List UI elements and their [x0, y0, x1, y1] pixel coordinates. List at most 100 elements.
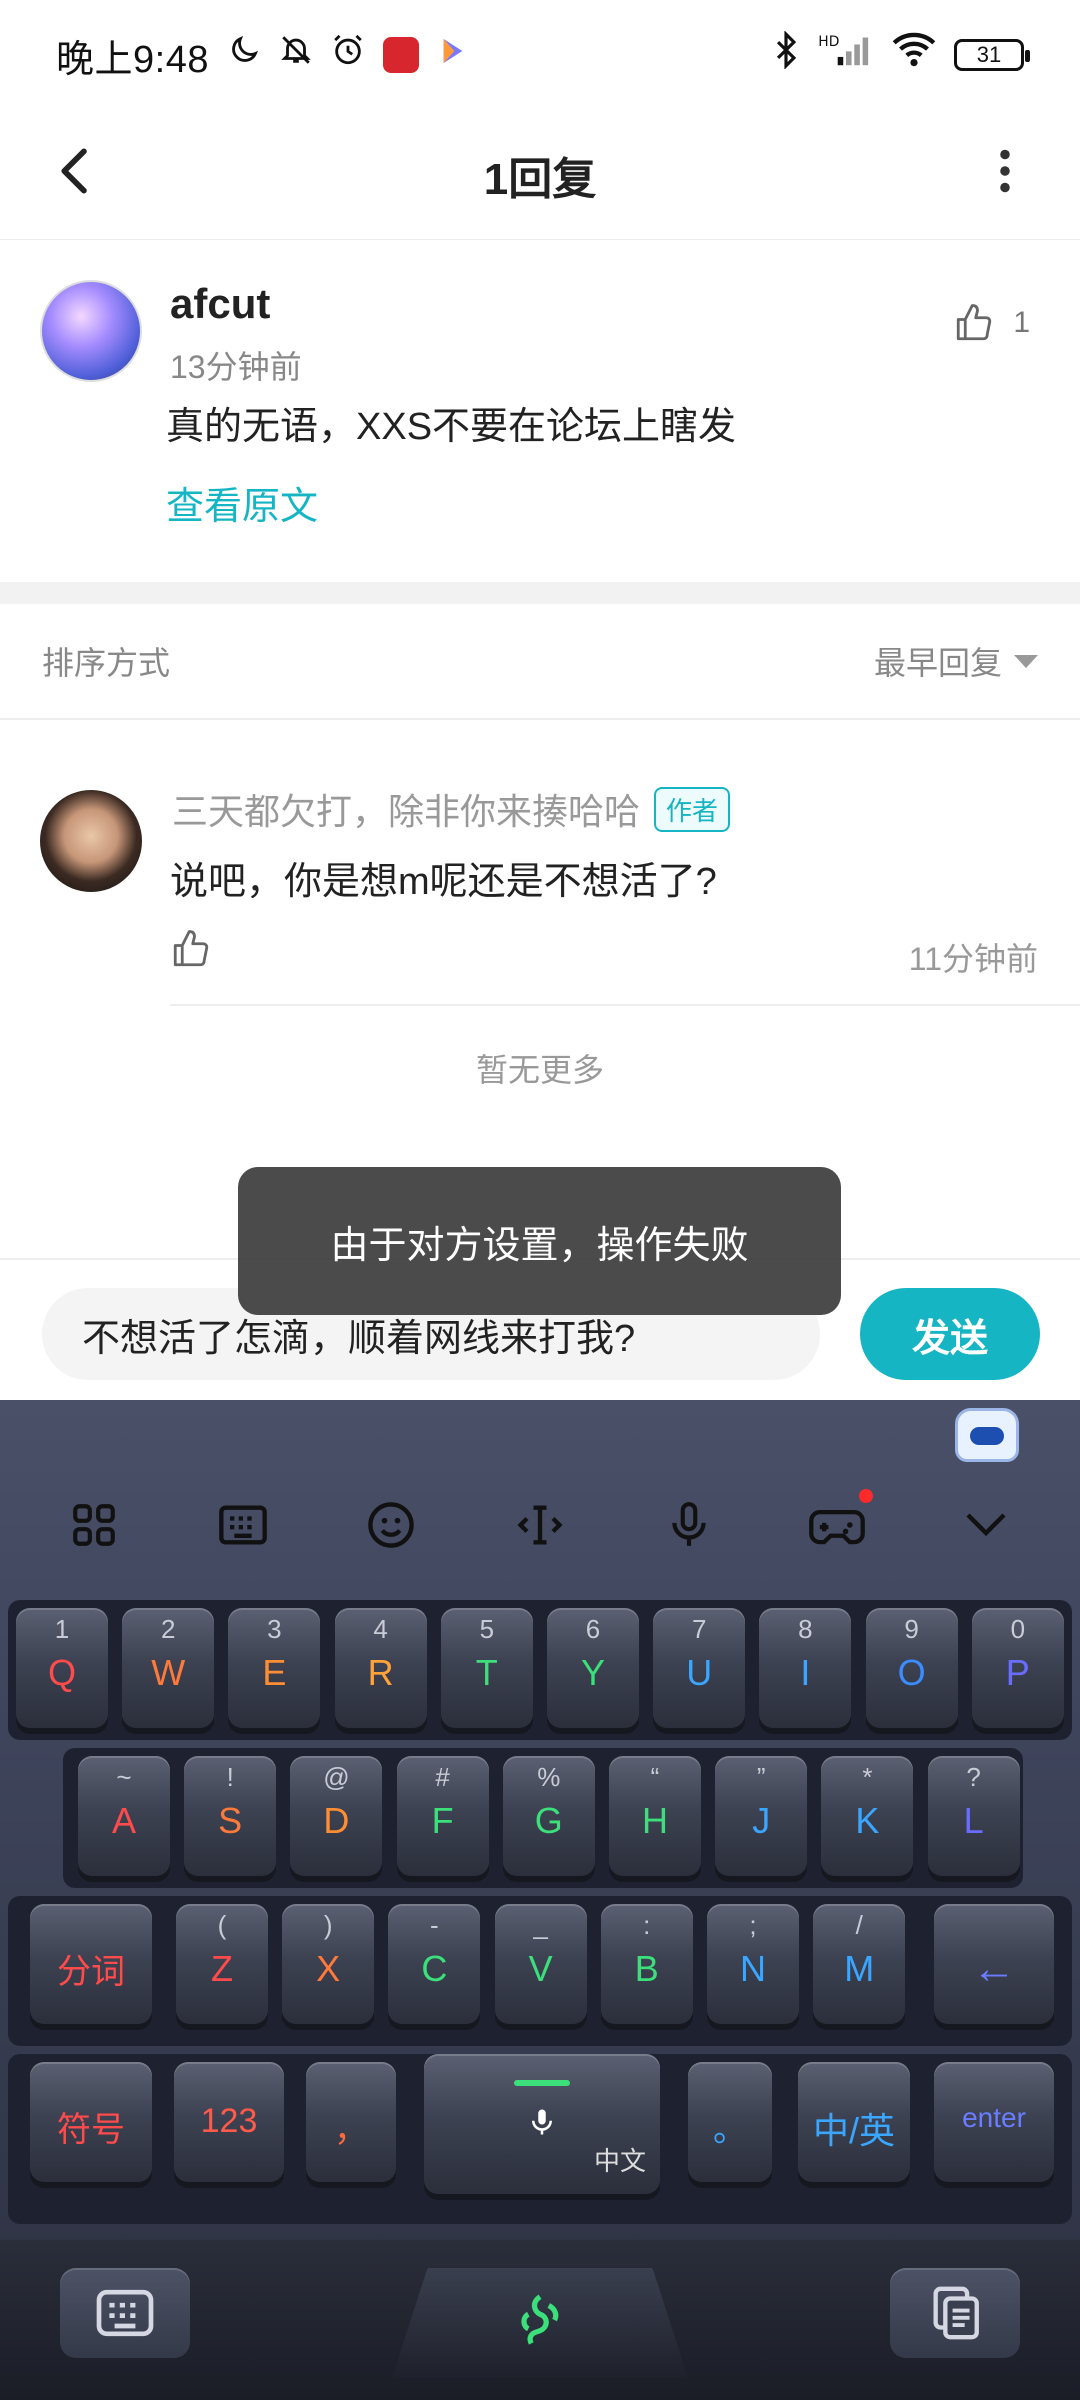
chevron-left-icon	[61, 148, 87, 194]
clipboard-button[interactable]	[890, 2268, 1020, 2358]
key-g[interactable]: % G	[502, 1756, 595, 1876]
microphone-icon	[671, 1502, 706, 1546]
key-secondary-label: ~	[116, 1762, 132, 1792]
microphone-icon	[532, 2109, 552, 2135]
sort-value: 最早回复	[873, 645, 1002, 681]
caret-down-icon	[1014, 654, 1038, 668]
emoji-button[interactable]	[353, 1487, 429, 1563]
key-k[interactable]: * K	[821, 1756, 914, 1876]
back-button[interactable]	[40, 136, 110, 206]
key-b[interactable]: :B	[600, 1904, 693, 2024]
page-title: 1回复	[483, 154, 597, 204]
comment-author[interactable]: afcut	[170, 280, 270, 328]
key-secondary-label: %	[537, 1762, 561, 1792]
key-i[interactable]: 8I	[759, 1608, 852, 1728]
voice-input-button[interactable]	[651, 1487, 727, 1563]
reply-author[interactable]: 三天都欠打，除非你来揍哈哈	[172, 783, 640, 835]
period-key[interactable]: 。	[688, 2062, 772, 2182]
keyboard-icon	[219, 1505, 267, 1545]
numbers-key-label: 123	[200, 2102, 258, 2140]
key-m[interactable]: / M	[813, 1904, 906, 2024]
cursor-button[interactable]	[502, 1487, 578, 1563]
smile-icon	[368, 1502, 415, 1548]
wifi-icon	[892, 32, 936, 78]
gamepad-icon	[809, 1510, 865, 1545]
key-e[interactable]: 3E	[228, 1608, 321, 1728]
game-mode-button[interactable]	[799, 1487, 875, 1563]
avatar[interactable]	[40, 280, 142, 382]
alarm-icon	[331, 33, 365, 77]
key-secondary-label: 6	[585, 1614, 601, 1644]
avatar[interactable]	[40, 790, 142, 892]
svg-text:HD: HD	[818, 34, 839, 50]
key-o[interactable]: 9O	[865, 1608, 958, 1728]
key-l[interactable]: ? L	[927, 1756, 1020, 1876]
more-vertical-icon	[1000, 149, 1010, 193]
battery-level: 31	[976, 42, 1002, 67]
key-z[interactable]: (Z	[176, 1904, 268, 2024]
key-x[interactable]: ) X	[282, 1904, 375, 2024]
key-primary-label: L	[963, 1800, 984, 1841]
key-secondary-label: /	[855, 1910, 863, 1940]
key-d[interactable]: @ D	[290, 1756, 383, 1876]
status-bar: 晚上9:48 HD 31	[0, 0, 1080, 110]
key-primary-label: J	[752, 1800, 771, 1841]
view-original-link[interactable]: 查看原文	[166, 475, 318, 530]
key-q[interactable]: 1Q	[16, 1608, 108, 1728]
apps-grid-button[interactable]	[56, 1487, 132, 1563]
key-s[interactable]: ! S	[184, 1756, 277, 1876]
reply-like-button[interactable]	[170, 928, 212, 975]
key-p[interactable]: 0P	[971, 1608, 1064, 1728]
razer-snake-icon	[521, 2294, 559, 2345]
key-u[interactable]: 7U	[653, 1608, 746, 1728]
moon-icon	[227, 33, 261, 77]
text-cursor-icon	[517, 1505, 563, 1545]
no-more-text: 暂无更多	[475, 1052, 604, 1088]
key-v[interactable]: _ V	[494, 1904, 587, 2024]
key-w[interactable]: 2W	[122, 1608, 215, 1728]
key-f[interactable]: # F	[396, 1756, 489, 1876]
space-key-label: 中文	[593, 2146, 646, 2176]
period-key-label: 。	[713, 2111, 747, 2149]
segment-key-label: 分词	[57, 1953, 125, 1991]
like-button[interactable]: 1	[953, 302, 1030, 344]
more-options-button[interactable]	[970, 136, 1040, 206]
hide-keyboard-button[interactable]	[948, 1487, 1024, 1563]
enter-key[interactable]: enter	[934, 2062, 1054, 2182]
key-j[interactable]: ” J	[715, 1756, 808, 1876]
reply-item: 三天都欠打，除非你来揍哈哈 作者 说吧，你是想m呢还是不想活了? 11分钟前	[0, 720, 1080, 1010]
key-secondary-label: 0	[1010, 1614, 1026, 1644]
key-primary-label: R	[367, 1652, 394, 1693]
backspace-key-label: ←	[972, 1944, 1016, 1993]
mascot-icon[interactable]	[955, 1408, 1019, 1462]
keyboard-switch-button[interactable]	[60, 2268, 190, 2358]
numbers-key[interactable]: 123	[174, 2062, 284, 2182]
key-t[interactable]: 5T	[440, 1608, 533, 1728]
key-a[interactable]: ~ A	[78, 1756, 170, 1876]
key-y[interactable]: 6Y	[547, 1608, 639, 1728]
key-primary-label: Q	[47, 1652, 76, 1693]
key-primary-label: N	[740, 1948, 766, 1989]
key-primary-label: F	[431, 1800, 454, 1841]
backspace-key[interactable]: ←	[934, 1904, 1054, 2024]
space-key[interactable]: 中文	[424, 2054, 660, 2194]
key-secondary-label: :	[643, 1910, 651, 1940]
key-n[interactable]: ; N	[707, 1904, 799, 2024]
segment-key[interactable]: 分词	[30, 1904, 152, 2024]
key-c[interactable]: -C	[388, 1904, 481, 2024]
symbols-key[interactable]: 符号	[30, 2062, 152, 2182]
comma-key[interactable]: ，	[306, 2062, 396, 2182]
key-h[interactable]: “H	[609, 1756, 701, 1876]
sort-label: 排序方式	[42, 645, 171, 681]
key-r[interactable]: 4R	[334, 1608, 427, 1728]
send-button[interactable]: 发送	[860, 1288, 1040, 1380]
keyboard-layout-button[interactable]	[205, 1487, 281, 1563]
key-secondary-label: 2	[160, 1614, 176, 1644]
comma-key-label: ，	[334, 2111, 368, 2149]
symbols-key-label: 符号	[57, 2111, 125, 2149]
sort-dropdown[interactable]: 最早回复	[874, 638, 1038, 684]
notification-dot	[859, 1489, 874, 1503]
key-primary-label: E	[262, 1652, 287, 1693]
key-secondary-label: 1	[54, 1614, 70, 1644]
language-switch-key[interactable]: 中/英	[798, 2062, 910, 2182]
